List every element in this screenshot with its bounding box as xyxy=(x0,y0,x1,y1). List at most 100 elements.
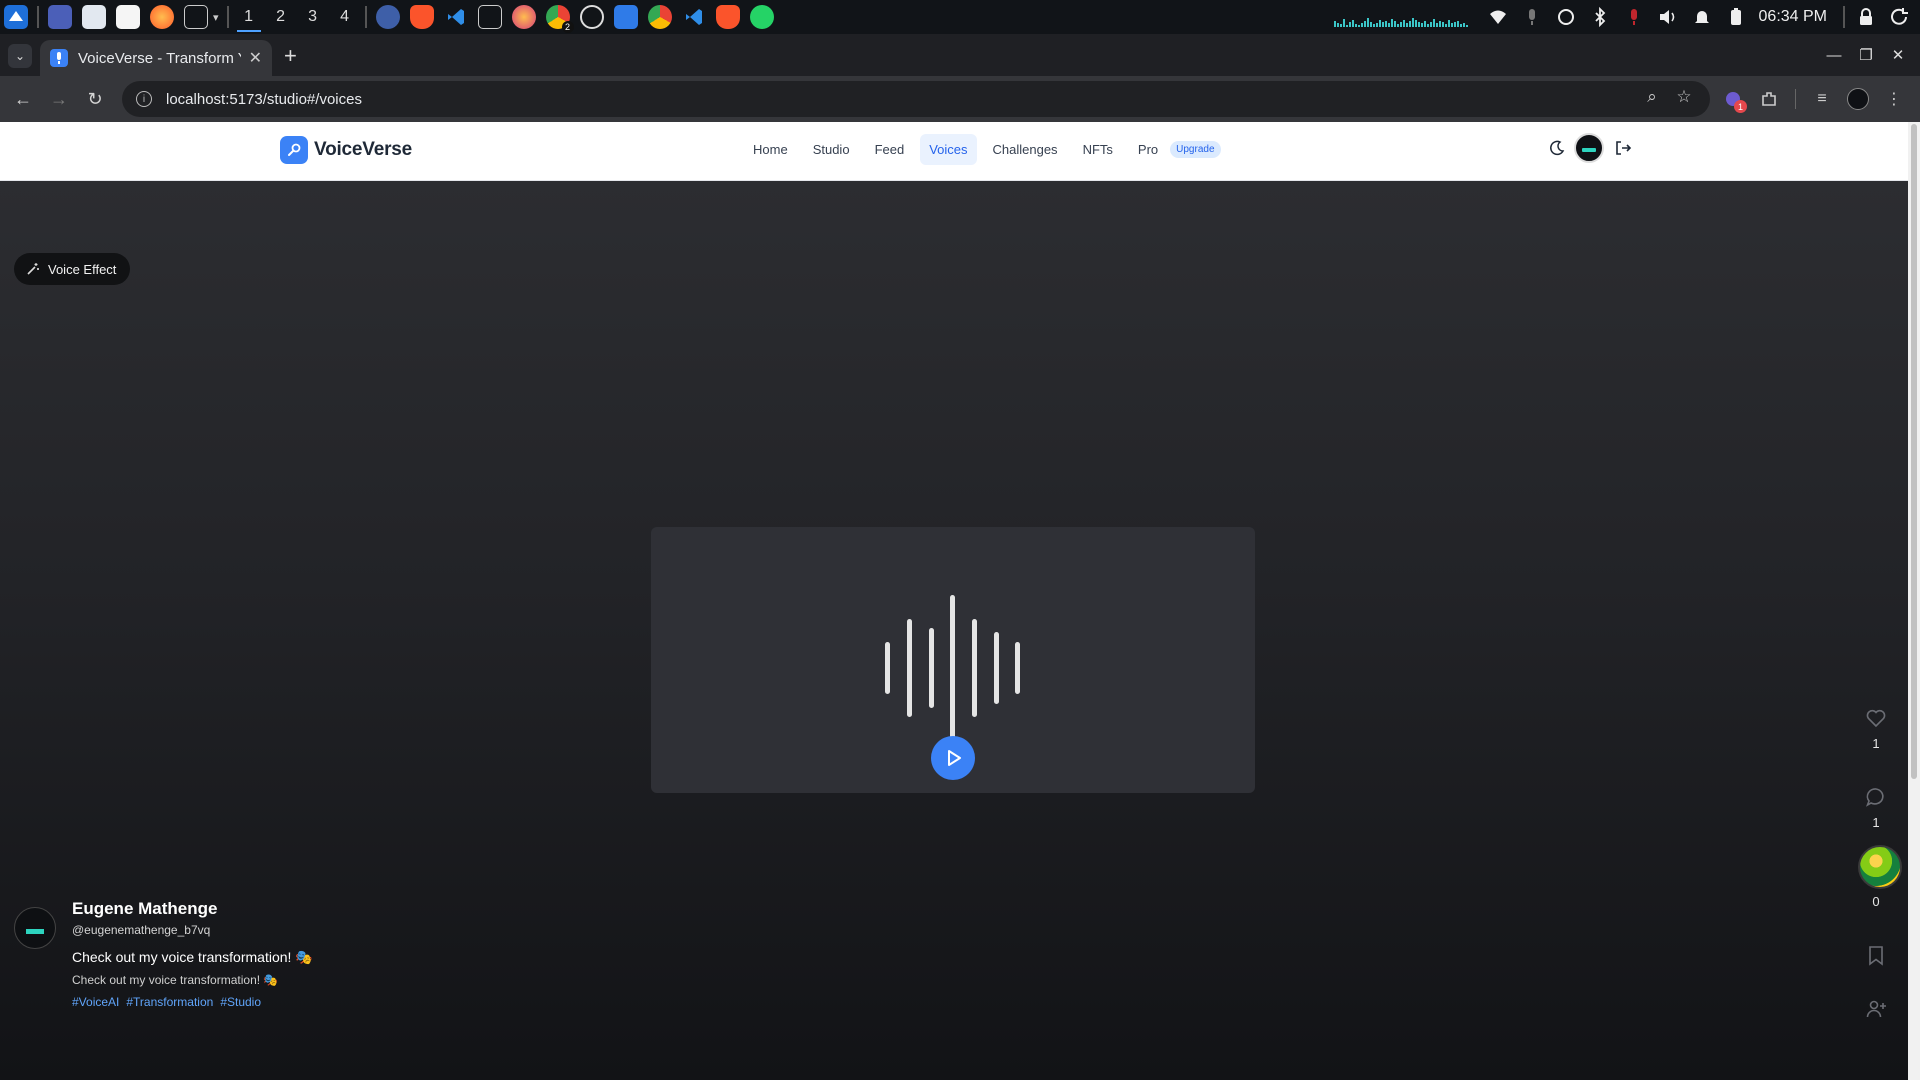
bookmark-star-icon[interactable]: ☆ xyxy=(1668,87,1700,107)
terminal-icon[interactable] xyxy=(184,5,208,29)
scrollbar-thumb[interactable] xyxy=(1911,124,1917,779)
clock[interactable]: 06:34 PM xyxy=(1759,8,1827,26)
upgrade-badge[interactable]: Upgrade xyxy=(1170,141,1221,158)
waveform-bar xyxy=(885,642,890,694)
new-tab-plus-icon[interactable]: + xyxy=(284,45,297,67)
zoom-magnifier-icon[interactable]: ⌕ xyxy=(1636,87,1668,107)
close-tab-icon[interactable]: ✕ xyxy=(249,48,262,68)
hashtag-link[interactable]: #Transformation xyxy=(126,995,213,1009)
brand-logo[interactable]: VoiceVerse xyxy=(280,136,412,164)
workspace-3[interactable]: 3 xyxy=(297,0,329,34)
hashtag-link[interactable]: #VoiceAI xyxy=(72,995,119,1009)
visualizer-bar xyxy=(1426,24,1429,27)
waveform-bar xyxy=(929,628,934,708)
floating-user-avatar[interactable] xyxy=(1858,845,1902,889)
browser-menu-kebab-icon[interactable]: ⋮ xyxy=(1876,82,1912,116)
chrome-icon[interactable] xyxy=(647,5,672,29)
workspace-1[interactable]: 1 xyxy=(233,0,265,34)
lock-screen-icon[interactable] xyxy=(1854,5,1878,29)
waveform-bar xyxy=(1015,642,1020,694)
nav-voices[interactable]: Voices xyxy=(920,134,977,165)
workspace-4[interactable]: 4 xyxy=(329,0,361,34)
profile-avatar-icon[interactable] xyxy=(1840,82,1876,116)
nav-nfts[interactable]: NFTs xyxy=(1074,134,1122,165)
header-actions xyxy=(1546,133,1634,163)
reload-icon[interactable]: ↻ xyxy=(78,82,112,116)
bookmark-action[interactable] xyxy=(1856,944,1896,998)
microphone-icon[interactable] xyxy=(1520,5,1544,29)
nav-feed[interactable]: Feed xyxy=(866,134,914,165)
brave-browser-icon[interactable] xyxy=(715,5,740,29)
author-name[interactable]: Eugene Mathenge xyxy=(72,899,217,919)
nav-home[interactable]: Home xyxy=(744,134,797,165)
forward-arrow-icon[interactable]: → xyxy=(42,82,76,116)
voice-effect-badge[interactable]: Voice Effect xyxy=(14,253,131,285)
play-button[interactable] xyxy=(931,736,975,780)
workspace-2[interactable]: 2 xyxy=(265,0,297,34)
obs-icon[interactable] xyxy=(579,5,604,29)
restore-window-icon[interactable]: ❐ xyxy=(1850,46,1882,64)
visualizer-bar xyxy=(1414,20,1417,27)
terminal-menu-chevron-icon[interactable]: ▾ xyxy=(213,11,219,24)
vscode-icon[interactable] xyxy=(682,5,706,29)
address-bar[interactable]: i localhost:5173/studio#/voices ⌕ ☆ xyxy=(122,81,1710,117)
nav-studio[interactable]: Studio xyxy=(804,134,859,165)
whatsapp-icon[interactable] xyxy=(749,5,774,29)
like-action[interactable]: 1 xyxy=(1856,707,1896,786)
visualizer-bar xyxy=(1411,18,1414,27)
audio-visualizer xyxy=(1333,7,1469,27)
user-avatar[interactable] xyxy=(1574,133,1604,163)
show-desktop-icon[interactable] xyxy=(48,5,72,29)
battery-icon[interactable] xyxy=(1724,5,1748,29)
extensions-puzzle-icon[interactable] xyxy=(1751,82,1787,116)
microphone-muted-icon[interactable] xyxy=(1622,5,1646,29)
terminal-icon[interactable] xyxy=(477,5,502,29)
logout-icon[interactable] xyxy=(1612,137,1634,159)
volume-icon[interactable] xyxy=(1656,5,1680,29)
nav-pro[interactable]: Pro xyxy=(1129,134,1167,165)
url-text[interactable]: localhost:5173/studio#/voices xyxy=(166,91,362,108)
visualizer-bar xyxy=(1417,22,1420,27)
settings-app-icon[interactable] xyxy=(375,5,400,29)
minimize-window-icon[interactable]: — xyxy=(1818,47,1850,64)
chrome-icon[interactable]: 2 xyxy=(545,5,574,33)
system-tray: 06:34 PM xyxy=(1333,0,1920,34)
tab-search-chevron-icon[interactable]: ⌄ xyxy=(8,44,32,68)
follow-action[interactable] xyxy=(1856,998,1896,1038)
bluetooth-icon[interactable] xyxy=(1588,5,1612,29)
document-viewer-icon[interactable] xyxy=(116,5,140,29)
back-arrow-icon[interactable]: ← xyxy=(6,82,40,116)
page-scrollbar[interactable] xyxy=(1908,122,1920,1080)
files-icon[interactable] xyxy=(613,5,638,29)
waveform-bar xyxy=(950,595,955,741)
vscode-icon[interactable] xyxy=(444,5,468,29)
extension-badge: 1 xyxy=(1734,100,1747,113)
visualizer-bar xyxy=(1381,22,1384,27)
firefox-icon[interactable] xyxy=(150,5,174,29)
network-status-icon[interactable] xyxy=(1554,5,1578,29)
author-handle[interactable]: @eugenemathenge_b7vq xyxy=(72,923,210,937)
site-info-icon[interactable]: i xyxy=(136,91,152,107)
author-avatar[interactable] xyxy=(14,907,56,949)
visualizer-bar xyxy=(1348,22,1351,27)
file-manager-icon[interactable] xyxy=(82,5,106,29)
media-controls-icon[interactable]: ≡ xyxy=(1804,82,1840,116)
hashtag-list: #VoiceAI #Transformation #Studio xyxy=(72,995,268,1009)
dark-mode-moon-icon[interactable] xyxy=(1546,137,1568,159)
power-icon[interactable] xyxy=(1888,5,1912,29)
nav-challenges[interactable]: Challenges xyxy=(984,134,1067,165)
visualizer-bar xyxy=(1384,21,1387,27)
brave-browser-icon[interactable] xyxy=(409,5,434,29)
browser-tab-active[interactable]: VoiceVerse - Transform Y ✕ xyxy=(40,40,272,76)
visualizer-bar xyxy=(1354,24,1357,27)
notification-bell-icon[interactable] xyxy=(1690,5,1714,29)
wifi-icon[interactable] xyxy=(1486,5,1510,29)
firefox-icon[interactable] xyxy=(511,5,536,29)
hashtag-link[interactable]: #Studio xyxy=(220,995,261,1009)
extension-icon[interactable]: 1 xyxy=(1715,82,1751,116)
magic-wand-icon xyxy=(27,263,39,275)
app-launcher-icon[interactable] xyxy=(4,5,28,29)
audio-player-card[interactable] xyxy=(651,527,1255,793)
visualizer-bar xyxy=(1366,18,1369,27)
close-window-icon[interactable]: ✕ xyxy=(1882,46,1914,64)
